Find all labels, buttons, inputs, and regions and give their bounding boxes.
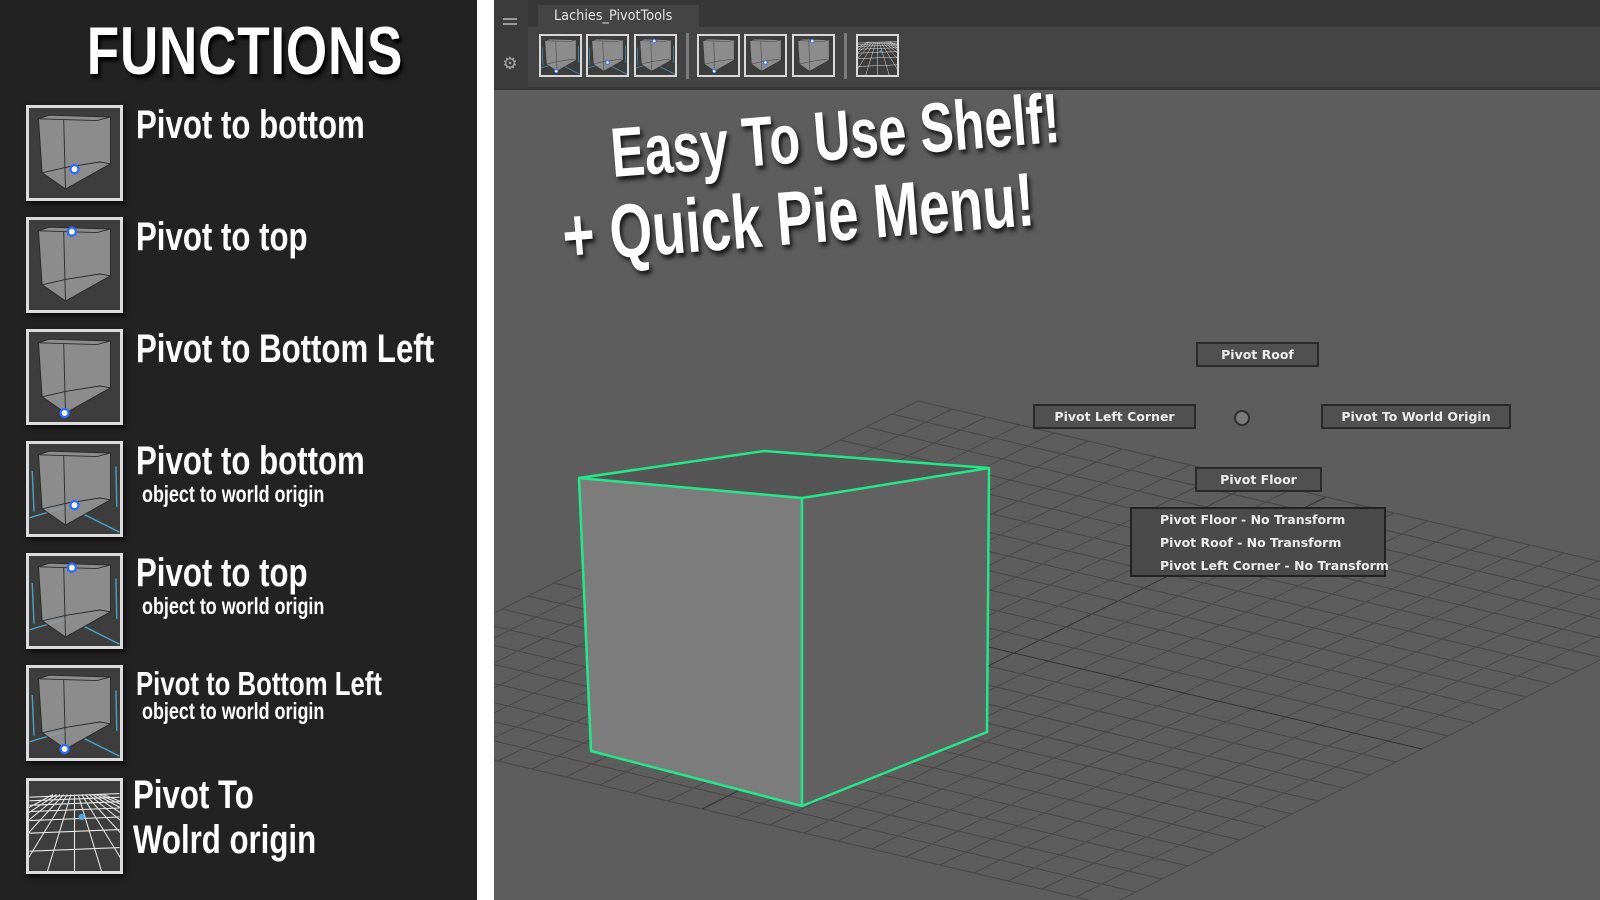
pie-overflow-menu: Pivot Floor - No Transform Pivot Roof - … — [1130, 507, 1389, 577]
cube-pivot-bottom-left-icon — [26, 329, 123, 425]
functions-panel: FUNCTIONS Pivot to bottom Pivot to top P… — [0, 0, 477, 900]
shelf-pivot-top-world-button[interactable] — [792, 34, 835, 77]
cube-pivot-top-icon — [636, 38, 675, 75]
gear-icon[interactable]: ⚙ — [500, 54, 520, 74]
cube-pivot-bottom-icon — [749, 38, 782, 72]
pivot-dot — [711, 68, 717, 74]
function-sublabel: object to world origin — [142, 481, 325, 507]
menu-icon[interactable] — [503, 18, 517, 25]
grid-line — [1041, 609, 1600, 890]
shelf-pivot-bottom-button[interactable] — [586, 34, 629, 77]
pivot-dot — [59, 407, 70, 419]
function-item: Pivot to Bottom Left — [26, 327, 466, 429]
functions-title: FUNCTIONS — [86, 13, 404, 89]
maya-window: ⚙ Lachies_PivotTools Easy To Use Shelf! … — [494, 0, 1600, 900]
shelf-pivot-top-button[interactable] — [634, 34, 677, 77]
grid-line — [1007, 584, 1600, 882]
cube-grid-pivot-top-icon — [26, 553, 123, 649]
pivot-dot — [763, 60, 768, 65]
shelf-tab-strip: Lachies_PivotTools — [528, 0, 1600, 27]
pivot-dot — [66, 226, 77, 237]
world-grid-origin-icon — [858, 41, 897, 75]
pie-pivot-floor-button[interactable]: Pivot Floor — [1195, 467, 1322, 492]
pivot-dot — [69, 164, 80, 175]
pie-menu-item-roof-no-transform[interactable]: Pivot Roof - No Transform — [1160, 535, 1341, 550]
cube-pivot-top-icon — [797, 38, 830, 72]
shelf-pivot-bottom-world-button[interactable] — [744, 34, 787, 77]
cube-pivot-top-icon — [26, 217, 123, 313]
pivot-dot — [605, 60, 610, 65]
shelf-separator — [686, 33, 689, 79]
cube-grid-pivot-bottom-icon — [26, 441, 123, 537]
pivot-dot — [810, 38, 815, 44]
pivot-dot — [553, 68, 559, 74]
function-label: Wolrd origin — [133, 818, 317, 862]
function-item: Pivot to top — [26, 215, 466, 317]
pie-menu-item-left-corner-no-transform[interactable]: Pivot Left Corner - No Transform — [1160, 558, 1389, 573]
world-grid-lines — [858, 41, 897, 75]
cube-pivot-bottom-left-icon — [702, 38, 735, 74]
function-item: Pivot to bottom — [26, 103, 466, 205]
shelf-pivot-world-origin-button[interactable] — [856, 34, 899, 77]
viewport[interactable]: Easy To Use Shelf! + Quick Pie Menu! Piv… — [494, 79, 1600, 900]
shelf-separator — [844, 33, 847, 79]
function-label: Pivot to Bottom Left — [136, 327, 435, 371]
pie-pivot-left-corner-button[interactable]: Pivot Left Corner — [1033, 404, 1196, 429]
function-label: Pivot To — [133, 773, 254, 817]
function-sublabel: object to world origin — [142, 698, 325, 724]
function-label: Pivot to bottom — [136, 103, 365, 147]
pivot-dot — [66, 562, 77, 573]
shelf-tab[interactable]: Lachies_PivotTools — [538, 5, 699, 27]
world-grid-lines — [29, 793, 120, 871]
function-label: Pivot to bottom — [136, 439, 365, 483]
function-sublabel: object to world origin — [142, 593, 325, 619]
pivot-dot — [59, 743, 70, 755]
cube-pivot-bottom-icon — [26, 105, 123, 201]
shelf-sidebar: ⚙ — [494, 0, 528, 88]
world-origin-dot — [879, 50, 882, 53]
pie-center-marker — [1234, 410, 1250, 426]
function-item: Pivot To Wolrd origin — [26, 773, 466, 898]
world-origin-dot — [78, 813, 85, 821]
pie-pivot-roof-button[interactable]: Pivot Roof — [1196, 342, 1319, 367]
pivot-dot — [69, 500, 80, 511]
function-item: Pivot to Bottom Left object to world ori… — [26, 665, 466, 765]
shelf-tab-label: Lachies_PivotTools — [554, 8, 673, 24]
shelf-pivot-bottom-left-world-button[interactable] — [697, 34, 740, 77]
cube-grid-pivot-bottom-left-icon — [26, 665, 123, 761]
selected-cube[interactable] — [577, 449, 991, 808]
pie-menu-item-floor-no-transform[interactable]: Pivot Floor - No Transform — [1160, 512, 1345, 527]
function-item: Pivot to top object to world origin — [26, 551, 466, 653]
pivot-dot — [652, 38, 657, 44]
shelf: ⚙ Lachies_PivotTools — [494, 0, 1600, 90]
function-label: Pivot to top — [136, 551, 308, 595]
function-label: Pivot to top — [136, 215, 308, 259]
shelf-pivot-bottom-left-button[interactable] — [539, 34, 582, 77]
cube-pivot-bottom-left-icon — [541, 38, 580, 75]
function-item: Pivot to bottom object to world origin — [26, 439, 466, 541]
pie-pivot-world-origin-button[interactable]: Pivot To World Origin — [1321, 404, 1511, 429]
grid-line — [1118, 659, 1600, 900]
world-grid-origin-icon — [26, 778, 123, 874]
cube-pivot-bottom-icon — [588, 38, 627, 75]
